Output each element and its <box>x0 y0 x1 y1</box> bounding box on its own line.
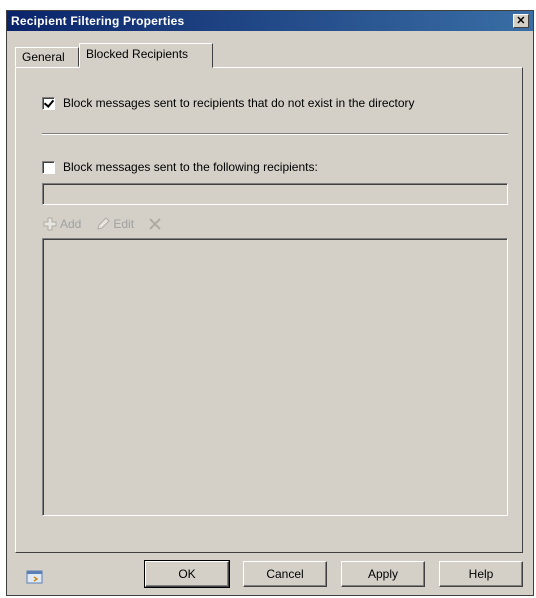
context-help-icon[interactable] <box>25 567 45 587</box>
apply-button[interactable]: Apply <box>341 561 425 587</box>
remove-icon <box>149 218 161 230</box>
edit-button[interactable]: Edit <box>95 216 134 232</box>
block-nonexistent-label: Block messages sent to recipients that d… <box>63 96 415 110</box>
cancel-button[interactable]: Cancel <box>243 561 327 587</box>
edit-label: Edit <box>113 217 135 231</box>
edit-icon <box>97 217 111 230</box>
add-icon <box>43 217 57 231</box>
block-nonexistent-checkbox[interactable] <box>42 96 55 110</box>
tab-panel-blocked-recipients: Block messages sent to recipients that d… <box>15 67 523 553</box>
block-following-checkbox[interactable] <box>42 160 55 174</box>
tab-general[interactable]: General <box>15 47 79 67</box>
block-following-option[interactable]: Block messages sent to the following rec… <box>42 160 318 174</box>
add-label: Add <box>60 217 82 231</box>
ok-button[interactable]: OK <box>144 560 230 588</box>
remove-button[interactable] <box>148 217 164 231</box>
properties-dialog: Recipient Filtering Properties ✕ General… <box>6 10 534 596</box>
tab-blocked-recipients[interactable]: Blocked Recipients <box>79 43 213 68</box>
list-toolbar: Add Edit <box>42 213 178 235</box>
separator <box>42 133 508 135</box>
title-bar[interactable]: Recipient Filtering Properties ✕ <box>7 11 533 31</box>
add-button[interactable]: Add <box>42 216 81 232</box>
help-button[interactable]: Help <box>439 561 523 587</box>
block-following-label: Block messages sent to the following rec… <box>63 160 318 174</box>
recipients-list[interactable] <box>42 238 508 516</box>
block-nonexistent-option[interactable]: Block messages sent to recipients that d… <box>42 96 415 110</box>
recipient-input[interactable] <box>42 183 508 205</box>
window-title: Recipient Filtering Properties <box>11 14 185 28</box>
close-button[interactable]: ✕ <box>513 14 529 28</box>
